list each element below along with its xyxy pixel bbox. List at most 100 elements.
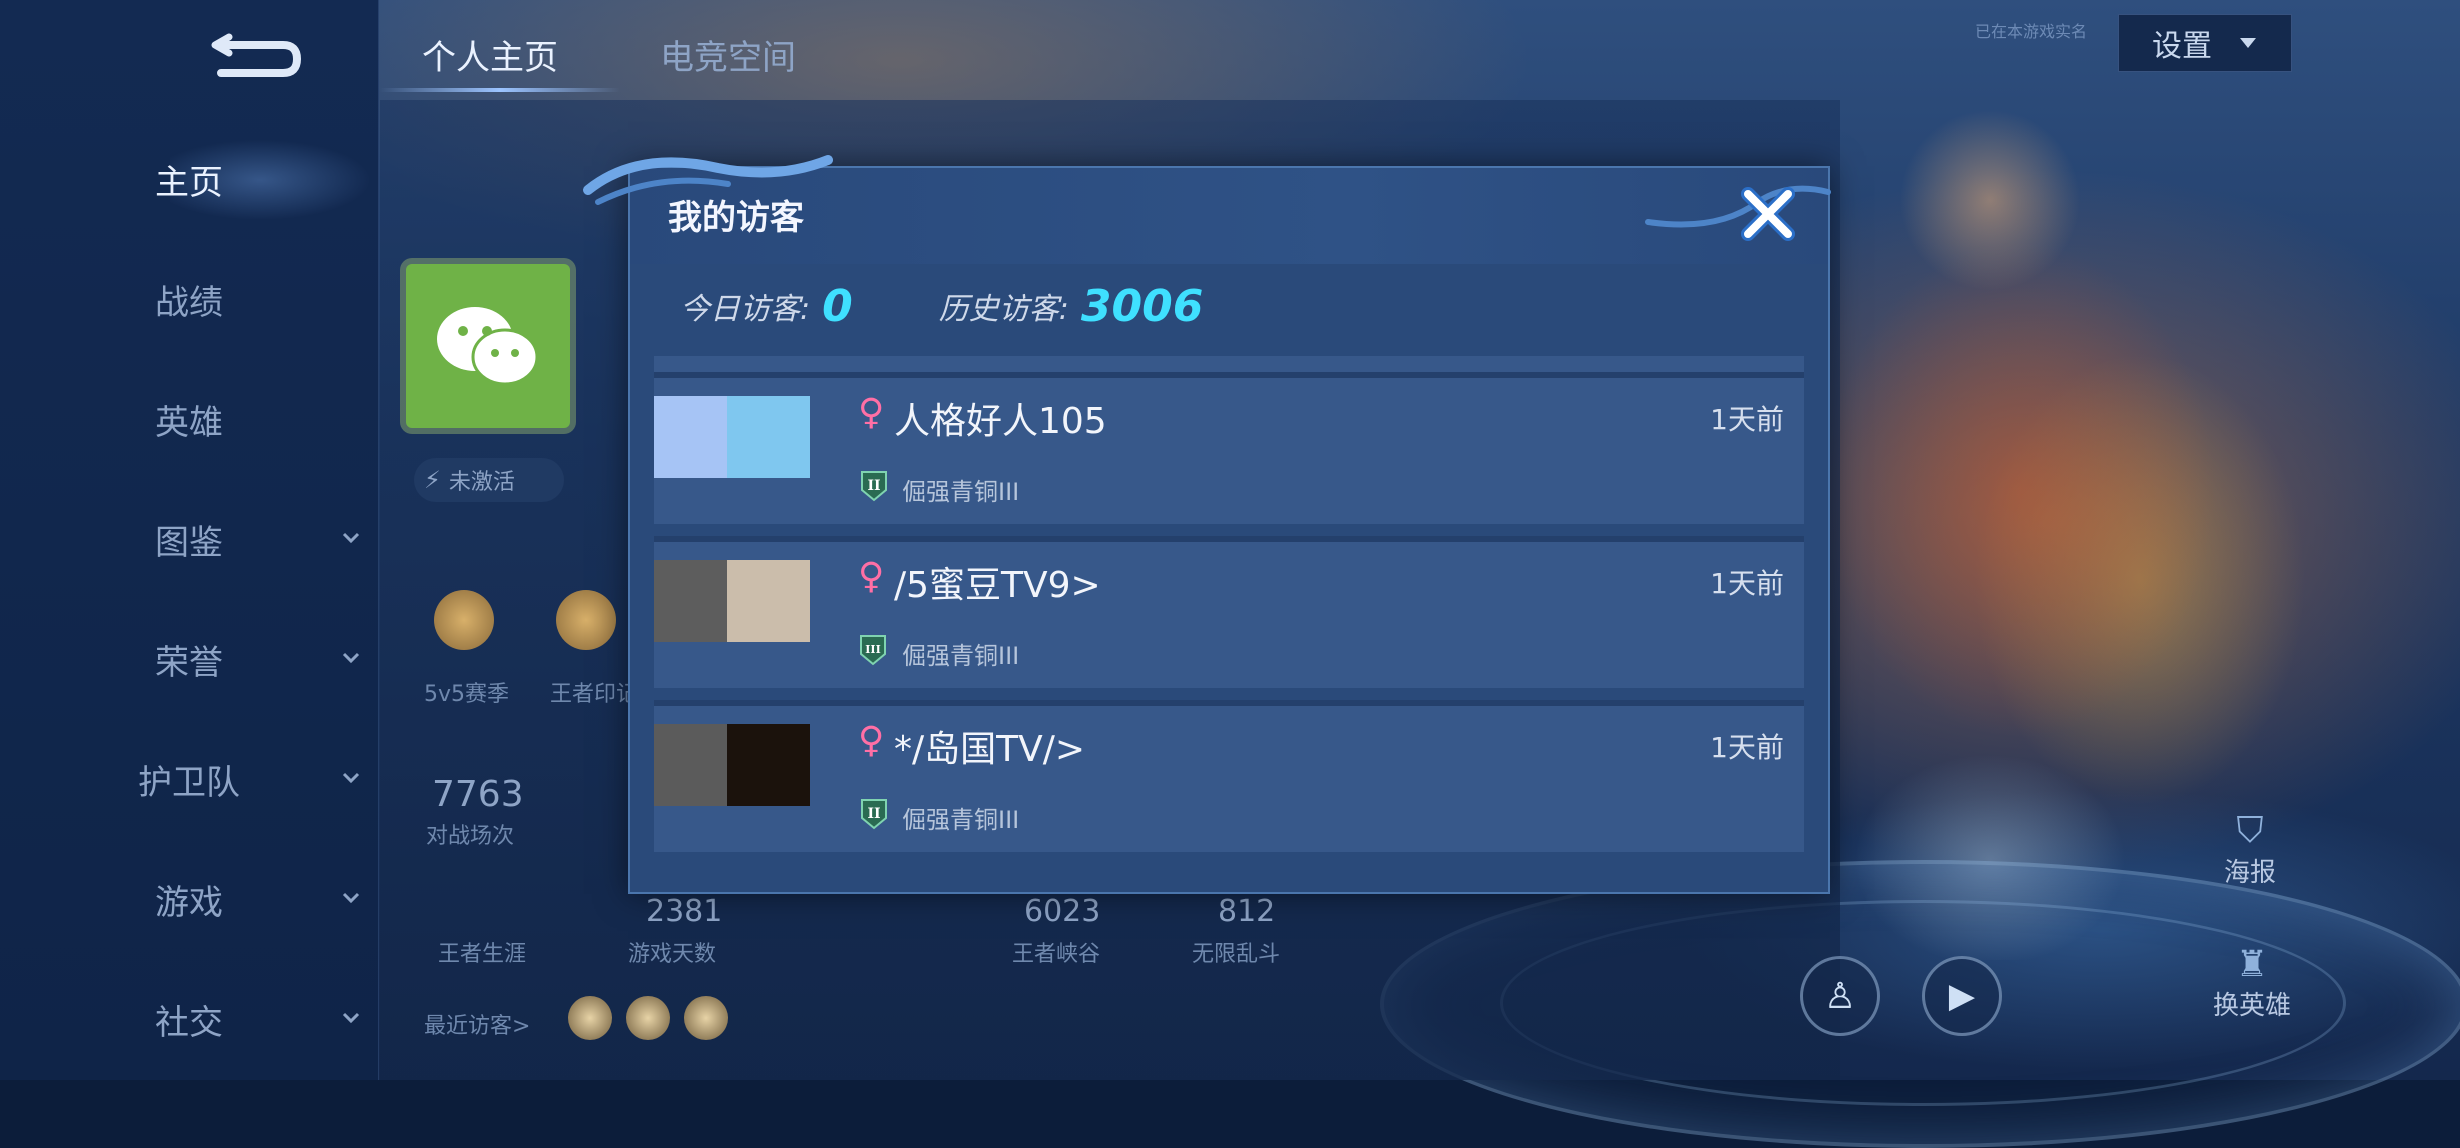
- rank-shield-icon: III: [860, 635, 886, 666]
- sidebar-item-label: 战绩: [155, 282, 223, 323]
- visit-time: 1天前: [1710, 403, 1784, 436]
- sidebar-item-label: 护卫队: [138, 762, 240, 803]
- avatar-block: [727, 724, 810, 806]
- chevron-down-icon: [342, 532, 360, 544]
- sidebar-item-label: 英雄: [155, 402, 223, 443]
- profile-avatar[interactable]: [406, 264, 570, 428]
- visitor-avatar[interactable]: [654, 560, 810, 642]
- stat-days-label: 游戏天数: [628, 942, 717, 967]
- list-partial-row: [654, 356, 1804, 372]
- recent-visitor-avatar[interactable]: [684, 996, 728, 1040]
- today-visitors-value: 0: [822, 280, 853, 332]
- back-arrow-icon: [211, 33, 302, 77]
- dialog-title: 我的访客: [668, 198, 804, 238]
- rank-shield-icon: II: [861, 471, 887, 502]
- king-mark-icon[interactable]: [556, 590, 616, 650]
- visitor-avatar[interactable]: [654, 396, 810, 478]
- avatar-block: [654, 560, 727, 642]
- recent-visitor-avatar[interactable]: [568, 996, 612, 1040]
- sidebar-item-home[interactable]: 主页: [0, 144, 378, 214]
- chevron-down-icon: [342, 652, 360, 664]
- poster-icon: ⛉: [2236, 810, 2264, 851]
- hero-swap-icon: ♜: [2235, 944, 2269, 985]
- career-label[interactable]: 王者生涯: [438, 936, 526, 968]
- inactive-badge[interactable]: ⚡ 未激活: [414, 458, 564, 502]
- recent-visitors-link[interactable]: 最近访客>: [424, 1008, 530, 1040]
- list-item[interactable]: ♀ 人格好人105 1天前 II 倔强青铜III: [654, 372, 1804, 524]
- play-animation-button[interactable]: ▶: [1922, 956, 2002, 1036]
- visitor-counts: 今日访客: 0 历史访客: 3006: [680, 276, 1203, 336]
- sidebar-item-guard-team[interactable]: 护卫队: [0, 744, 378, 814]
- season-badge-label: 5v5赛季: [424, 682, 510, 707]
- real-name-note: 已在本游戏实名: [1975, 22, 2088, 41]
- season-badge-icon[interactable]: [434, 590, 494, 650]
- sidebar-item-codex[interactable]: 图鉴: [0, 504, 378, 574]
- recent-visitor-avatar[interactable]: [626, 996, 670, 1040]
- sidebar-item-social[interactable]: 社交: [0, 984, 378, 1054]
- history-visitors-label: 历史访客:: [938, 292, 1069, 327]
- tab-label: 个人主页: [422, 38, 558, 78]
- sidebar-item-label: 主页: [155, 162, 223, 203]
- poster-label: 海报: [2223, 858, 2276, 888]
- visitor-rank: 倔强青铜III: [902, 806, 1020, 834]
- sidebar-item-label: 社交: [155, 1002, 223, 1043]
- sidebar-item-heroes[interactable]: 英雄: [0, 384, 378, 454]
- chevron-down-icon: [342, 772, 360, 784]
- visit-time: 1天前: [1710, 567, 1784, 600]
- stat-canyon-value: 6023: [1024, 894, 1101, 929]
- visitor-rank: 倔强青铜III: [902, 478, 1020, 506]
- tab-personal-home[interactable]: 个人主页: [422, 30, 558, 79]
- change-hero-button[interactable]: ♜ 换英雄: [2196, 944, 2308, 1022]
- settings-dropdown[interactable]: 设置: [2118, 14, 2292, 72]
- wechat-icon: [437, 307, 539, 386]
- close-icon: [1741, 187, 1795, 241]
- inactive-label: 未激活: [448, 470, 515, 495]
- figure-icon: ♙: [1823, 975, 1857, 1017]
- play-icon: ▶: [1948, 976, 1976, 1016]
- left-sidebar: 主页 战绩 英雄 图鉴 荣誉 护卫队 游戏 社交: [0, 0, 379, 1080]
- sidebar-item-honor[interactable]: 荣誉: [0, 624, 378, 694]
- chevron-down-icon: [342, 1012, 360, 1024]
- avatar-block: [654, 724, 727, 806]
- avatar-block: [654, 396, 727, 478]
- avatar-block: [727, 396, 810, 478]
- close-button[interactable]: [1736, 182, 1800, 246]
- sidebar-item-label: 图鉴: [155, 522, 223, 563]
- tab-active-underline: [380, 88, 620, 92]
- female-icon: ♀: [858, 556, 885, 597]
- visitor-avatar[interactable]: [654, 724, 810, 806]
- female-icon: ♀: [858, 392, 885, 433]
- poster-button[interactable]: ⛉ 海报: [2210, 810, 2290, 889]
- sidebar-item-game[interactable]: 游戏: [0, 864, 378, 934]
- today-visitors-label: 今日访客:: [680, 292, 811, 327]
- sidebar-item-label: 荣誉: [155, 642, 223, 683]
- sidebar-item-records[interactable]: 战绩: [0, 264, 378, 334]
- rank-numeral: III: [865, 643, 880, 656]
- visitor-list[interactable]: ♀ 人格好人105 1天前 II 倔强青铜III ♀ /5蜜豆TV9> 1天前 …: [654, 356, 1804, 866]
- chevron-down-icon: [342, 892, 360, 904]
- visitor-name: 人格好人105: [894, 401, 1107, 442]
- visitors-dialog: 我的访客 今日访客: 0 历史访客: 3006 ♀ 人格好人105 1天前 II: [583, 155, 1831, 894]
- list-item[interactable]: ♀ /5蜜豆TV9> 1天前 III 倔强青铜III: [654, 536, 1804, 688]
- settings-label: 设置: [2152, 29, 2212, 64]
- female-icon: ♀: [858, 720, 885, 761]
- visitor-name: */岛国TV/>: [894, 729, 1086, 770]
- rank-numeral: II: [867, 478, 880, 494]
- stat-matches-label: 对战场次: [426, 824, 515, 849]
- rank-numeral: II: [867, 806, 880, 822]
- stat-matches-value: 7763: [432, 774, 524, 815]
- visitor-name: /5蜜豆TV9>: [894, 565, 1101, 606]
- rank-shield-icon: II: [861, 799, 887, 830]
- back-button[interactable]: [200, 30, 310, 86]
- hero-pose-button[interactable]: ♙: [1800, 956, 1880, 1036]
- list-item[interactable]: ♀ */岛国TV/> 1天前 II 倔强青铜III: [654, 700, 1804, 852]
- stat-days-value: 2381: [646, 894, 723, 929]
- king-mark-label: 王者印记: [550, 682, 639, 707]
- change-hero-label: 换英雄: [2212, 991, 2291, 1021]
- stat-canyon-label: 王者峡谷: [1012, 942, 1101, 967]
- stat-brawl-value: 812: [1218, 894, 1276, 929]
- tab-label: 电竞空间: [660, 38, 796, 78]
- caret-down-icon: [2240, 38, 2256, 48]
- tab-esports-space[interactable]: 电竞空间: [660, 30, 796, 79]
- history-visitors-value: 3006: [1080, 280, 1204, 332]
